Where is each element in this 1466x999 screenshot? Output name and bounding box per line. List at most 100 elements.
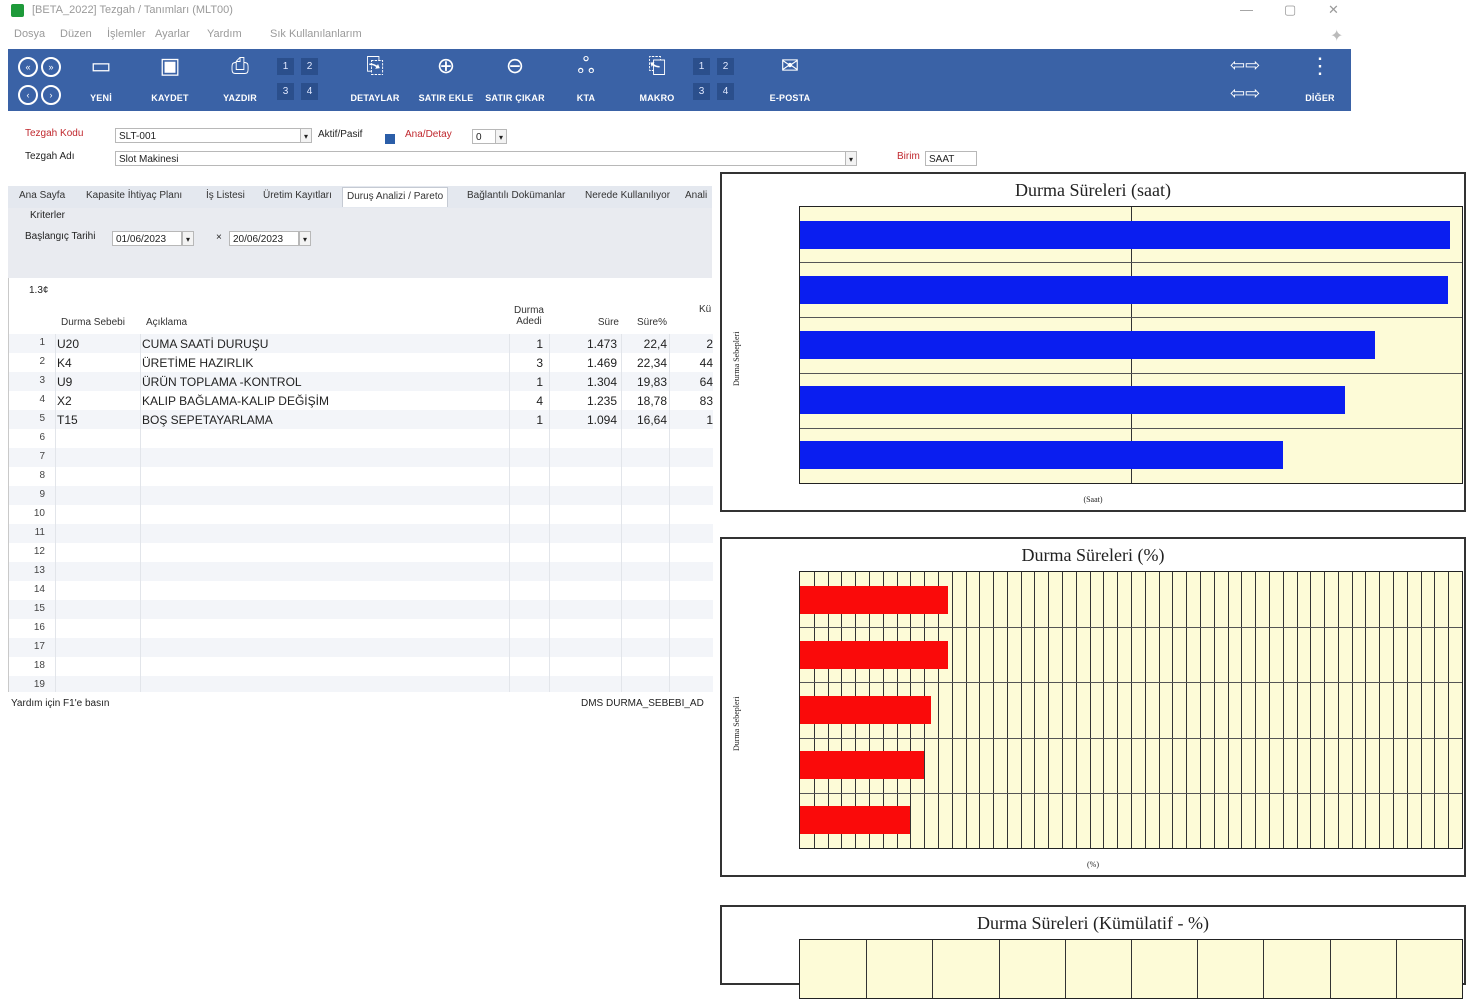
col-header-sebep[interactable]: Durma Sebebi (61, 317, 125, 328)
table-row[interactable]: 9 (9, 486, 713, 505)
menu-ayarlar[interactable]: Ayarlar (155, 28, 190, 40)
end-date-dropdown[interactable]: ▾ (299, 231, 311, 246)
machine-code-dropdown[interactable]: ▾ (300, 128, 312, 143)
layout-2-button[interactable]: 2 (301, 58, 318, 75)
first-record-icon[interactable]: « (18, 57, 38, 77)
cell-sebep[interactable]: K4 (57, 356, 72, 370)
tab-analiz[interactable]: Anali (685, 190, 707, 201)
menu-sik-kullanilanlar[interactable]: Sık Kullanılanlarım (270, 28, 362, 40)
pin-icon[interactable]: ✦ (1330, 26, 1343, 46)
swap-arrows-bottom-icon[interactable]: ⇦⇨ (1230, 83, 1260, 104)
prev-record-icon[interactable]: ‹ (18, 85, 38, 105)
main-detail-select[interactable]: 0 (472, 129, 496, 144)
next-record-icon[interactable]: › (41, 85, 61, 105)
table-row[interactable]: 7 (9, 448, 713, 467)
table-row[interactable]: 4 X2 KALIP BAĞLAMA-KALIP DEĞİŞİM 4 1.235 18,7… (9, 391, 713, 410)
more-button[interactable]: ⋮ DİĞER (1298, 49, 1342, 111)
view-3-button[interactable]: 3 (693, 83, 710, 100)
layout-3-button[interactable]: 3 (277, 83, 294, 100)
table-row[interactable]: 12 (9, 543, 713, 562)
remove-row-button[interactable]: ⊖ SATIR ÇIKAR (482, 49, 548, 111)
col-header-adet[interactable]: Durma Adedi (509, 305, 549, 327)
start-date-input[interactable]: 01/06/2023 (112, 231, 182, 246)
layout-4-button[interactable]: 4 (301, 83, 318, 100)
main-detail-dropdown[interactable]: ▾ (495, 129, 507, 144)
tab-nerede-kullaniliyor[interactable]: Nerede Kullanılıyor (585, 190, 670, 201)
cell-sure[interactable]: 1.469 (565, 356, 617, 370)
cell-adet[interactable]: 3 (509, 356, 543, 370)
menu-duzen[interactable]: Düzen (60, 28, 92, 40)
table-row[interactable]: 14 (9, 581, 713, 600)
tab-kapasite[interactable]: Kapasite İhtiyaç Planı (86, 190, 182, 201)
machine-name-dropdown[interactable]: ▾ (845, 151, 857, 166)
cell-adet[interactable]: 1 (509, 413, 543, 427)
start-date-dropdown[interactable]: ▾ (182, 231, 194, 246)
minimize-button[interactable]: — (1240, 2, 1253, 17)
save-button[interactable]: ▣ KAYDET (146, 49, 194, 111)
table-row[interactable]: 2 K4 ÜRETİME HAZIRLIK 3 1.469 22,34 44 (9, 353, 713, 372)
view-2-button[interactable]: 2 (717, 58, 734, 75)
cell-sebep[interactable]: U20 (57, 337, 79, 351)
cell-kumulatif[interactable]: 83 (689, 394, 713, 408)
menu-islemler[interactable]: İşlemler (107, 28, 146, 40)
table-row[interactable]: 3 U9 ÜRÜN TOPLAMA -KONTROL 1 1.304 19,83 64 (9, 372, 713, 391)
cell-sure[interactable]: 1.235 (565, 394, 617, 408)
col-header-kumulatif[interactable]: Kü (699, 304, 711, 315)
table-row[interactable]: 5 T15 BOŞ SEPETAYARLAMA 1 1.094 16,64 1 (9, 410, 713, 429)
cell-sure[interactable]: 1.473 (565, 337, 617, 351)
tab-is-listesi[interactable]: İş Listesi (206, 190, 245, 201)
cell-sure[interactable]: 1.304 (565, 375, 617, 389)
cell-adet[interactable]: 1 (509, 337, 543, 351)
table-row[interactable]: 1 U20 CUMA SAATİ DURUŞU 1 1.473 22,4 2 (9, 334, 713, 353)
cell-aciklama[interactable]: KALIP BAĞLAMA-KALIP DEĞİŞİM (142, 394, 329, 408)
tab-durus-analizi[interactable]: Duruş Analizi / Pareto (342, 187, 449, 207)
cell-kumulatif[interactable]: 64 (689, 375, 713, 389)
table-row[interactable]: 8 (9, 467, 713, 486)
macro-button[interactable]: ⎗ MAKRO (632, 49, 682, 111)
col-header-yuzde[interactable]: Süre% (629, 317, 667, 328)
menu-yardim[interactable]: Yardım (207, 28, 242, 40)
cell-aciklama[interactable]: BOŞ SEPETAYARLAMA (142, 413, 273, 427)
cell-adet[interactable]: 1 (509, 375, 543, 389)
cell-yuzde[interactable]: 19,83 (621, 375, 667, 389)
print-button[interactable]: ⎙ YAZDIR (216, 49, 264, 111)
table-row[interactable]: 15 (9, 600, 713, 619)
table-row[interactable]: 10 (9, 505, 713, 524)
table-row[interactable]: 11 (9, 524, 713, 543)
table-row[interactable]: 18 (9, 657, 713, 676)
cell-yuzde[interactable]: 18,78 (621, 394, 667, 408)
cell-sebep[interactable]: X2 (57, 394, 72, 408)
cell-aciklama[interactable]: ÜRÜN TOPLAMA -KONTROL (142, 375, 302, 389)
last-record-icon[interactable]: » (41, 57, 61, 77)
kta-button[interactable]: ஃ KTA (564, 49, 608, 111)
machine-name-input[interactable]: Slot Makinesi (115, 151, 846, 166)
details-button[interactable]: ⎘ DETAYLAR (346, 49, 404, 111)
cell-sure[interactable]: 1.094 (565, 413, 617, 427)
email-button[interactable]: ✉ E-POSTA (762, 49, 818, 111)
cell-aciklama[interactable]: CUMA SAATİ DURUŞU (142, 337, 268, 351)
swap-arrows-top-icon[interactable]: ⇦⇨ (1230, 55, 1260, 76)
cell-kumulatif[interactable]: 44 (689, 356, 713, 370)
cell-yuzde[interactable]: 22,4 (621, 337, 667, 351)
cell-aciklama[interactable]: ÜRETİME HAZIRLIK (142, 356, 253, 370)
cell-sebep[interactable]: T15 (57, 413, 78, 427)
table-row[interactable]: 6 (9, 429, 713, 448)
tab-ana-sayfa[interactable]: Ana Sayfa (19, 190, 65, 201)
table-row[interactable]: 16 (9, 619, 713, 638)
active-checkbox[interactable] (385, 134, 395, 144)
cell-sebep[interactable]: U9 (57, 375, 72, 389)
view-4-button[interactable]: 4 (717, 83, 734, 100)
table-row[interactable]: 17 (9, 638, 713, 657)
machine-code-input[interactable]: SLT-001 (115, 128, 301, 143)
end-date-input[interactable]: 20/06/2023 (229, 231, 299, 246)
close-button[interactable]: ✕ (1328, 2, 1339, 18)
cell-kumulatif[interactable]: 1 (689, 413, 713, 427)
menu-dosya[interactable]: Dosya (14, 28, 45, 40)
unit-input[interactable]: SAAT (925, 151, 977, 166)
table-row[interactable]: 13 (9, 562, 713, 581)
cell-yuzde[interactable]: 16,64 (621, 413, 667, 427)
maximize-button[interactable]: ▢ (1284, 2, 1296, 18)
cell-adet[interactable]: 4 (509, 394, 543, 408)
col-header-aciklama[interactable]: Açıklama (146, 317, 187, 328)
tab-baglantili-dokumanlar[interactable]: Bağlantılı Dokümanlar (467, 190, 565, 201)
